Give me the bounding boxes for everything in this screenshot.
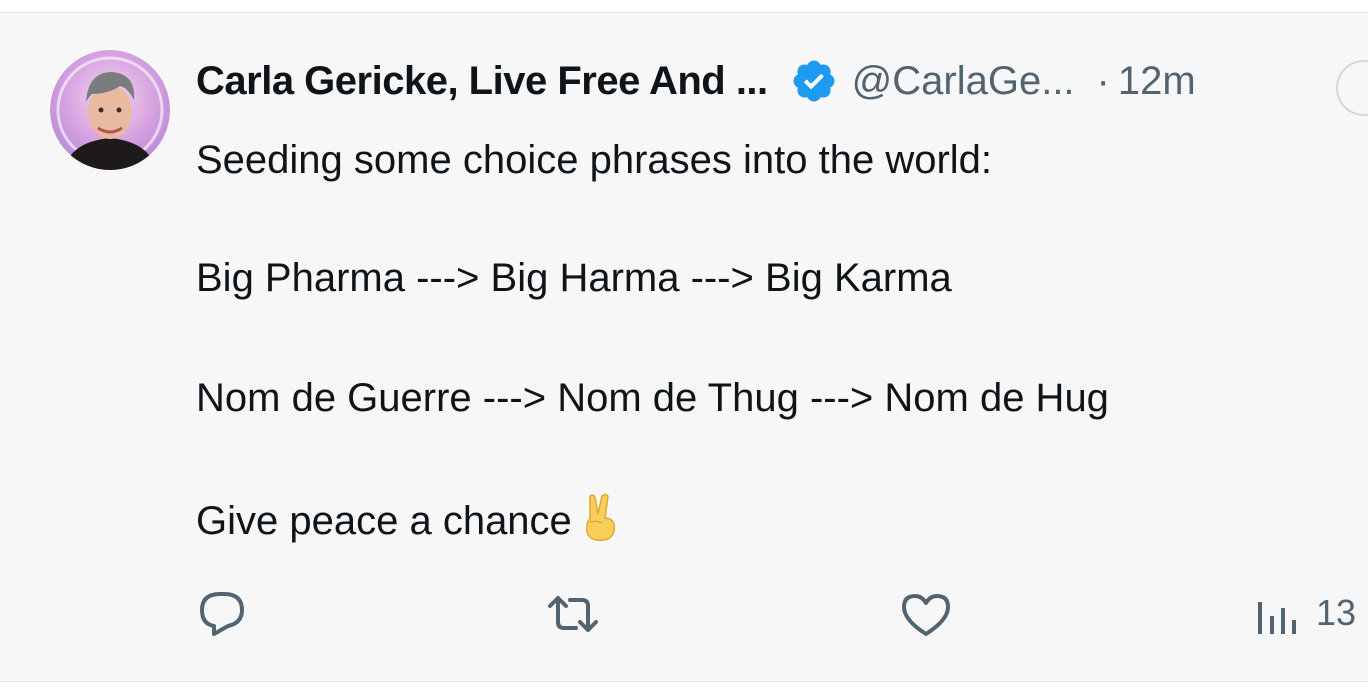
post-text: Give peace a chance <box>196 499 572 543</box>
author-name[interactable]: Carla Gericke, Live Free And ... <box>196 59 768 104</box>
post-text-line: Big Pharma ---> Big Harma ---> Big Karma <box>196 256 952 300</box>
like-icon[interactable] <box>900 592 952 638</box>
avatar[interactable] <box>50 50 170 170</box>
more-button[interactable] <box>1336 60 1368 116</box>
views-icon[interactable] <box>1256 594 1298 636</box>
top-border <box>0 0 1368 13</box>
post-timestamp[interactable]: 12m <box>1118 59 1196 104</box>
bottom-border <box>0 681 1368 688</box>
post-text-line: Nom de Guerre ---> Nom de Thug ---> Nom … <box>196 376 1109 420</box>
avatar-image <box>50 50 170 170</box>
post-text-line-last: Give peace a chance <box>196 492 622 547</box>
author-handle[interactable]: @CarlaGe... <box>852 59 1075 104</box>
separator-dot: · <box>1096 58 1110 103</box>
post-text-line: Seeding some choice phrases into the wor… <box>196 138 993 182</box>
views-count[interactable]: 13 <box>1316 592 1356 634</box>
post-header: Carla Gericke, Live Free And ... @CarlaG… <box>196 52 1196 110</box>
reply-icon[interactable] <box>196 590 248 638</box>
verified-badge-icon[interactable] <box>790 57 838 105</box>
retweet-icon[interactable] <box>544 592 602 636</box>
victory-hand-icon <box>578 492 622 542</box>
